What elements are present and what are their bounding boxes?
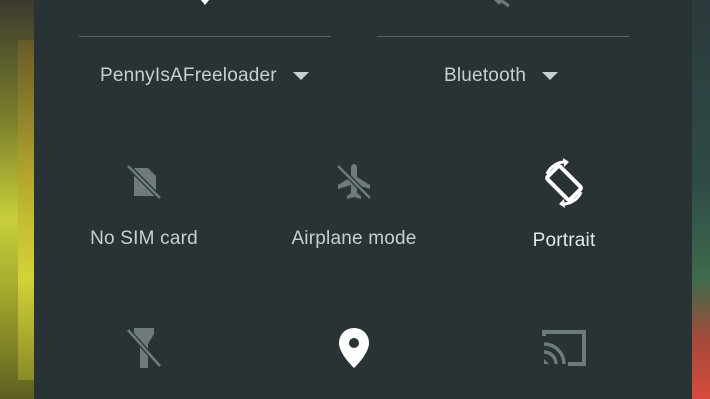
no-sim-icon (126, 164, 162, 200)
rotation-icon (545, 158, 583, 208)
bluetooth-dropdown[interactable]: Bluetooth (444, 62, 559, 90)
tile-sim-label: No SIM card (90, 228, 198, 249)
tile-sim[interactable]: No SIM card (44, 160, 244, 250)
quick-settings-panel: PennyIsAFreeloader Bluetooth No SIM card… (34, 0, 692, 399)
bluetooth-label: Bluetooth (444, 65, 527, 86)
bluetooth-divider (377, 36, 629, 37)
tile-cast[interactable] (464, 326, 664, 370)
chevron-down-icon (542, 72, 559, 80)
airplane-off-icon (336, 164, 372, 200)
tile-airplane-label: Airplane mode (291, 228, 417, 249)
cast-icon (542, 330, 586, 366)
chevron-down-icon (292, 72, 309, 80)
tile-rotation[interactable]: Portrait (464, 156, 664, 252)
tile-location[interactable] (254, 326, 454, 370)
wifi-icon[interactable] (192, 0, 218, 10)
flashlight-off-icon (126, 328, 162, 368)
location-icon (339, 328, 369, 368)
tile-airplane[interactable]: Airplane mode (254, 160, 454, 250)
wallpaper-left-accent (18, 40, 34, 380)
wifi-divider (79, 36, 331, 37)
wallpaper-right-edge (692, 0, 710, 399)
wifi-network-dropdown[interactable]: PennyIsAFreeloader (100, 62, 309, 90)
bluetooth-off-icon[interactable] (486, 0, 512, 10)
tile-flashlight[interactable] (44, 326, 244, 370)
wifi-network-name: PennyIsAFreeloader (100, 65, 277, 86)
tile-rotation-label: Portrait (532, 230, 596, 251)
